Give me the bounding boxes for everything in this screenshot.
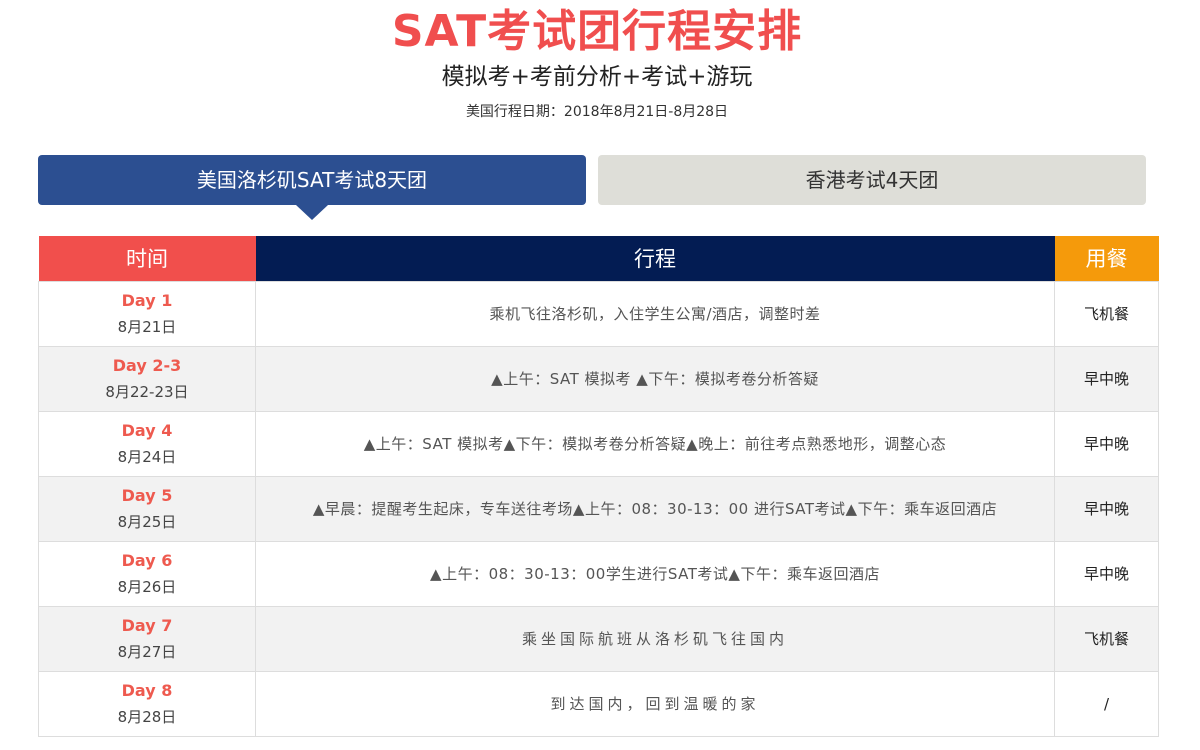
header-time: 时间 (38, 236, 256, 281)
day-cell: Day 7 8月27日 (38, 605, 256, 672)
meal-cell: 早中晚 (1054, 475, 1159, 542)
day-date: 8月28日 (117, 707, 177, 726)
itinerary-cell: ▲上午：SAT 模拟考 ▲下午：模拟考卷分析答疑 (255, 345, 1055, 412)
day-date: 8月21日 (117, 317, 177, 336)
meal-cell: 早中晚 (1054, 410, 1159, 477)
day-label: Day 5 (121, 485, 173, 505)
table-row: Day 2-3 8月22-23日 ▲上午：SAT 模拟考 ▲下午：模拟考卷分析答… (38, 345, 1159, 412)
day-label: Day 1 (121, 290, 173, 310)
itinerary-cell: ▲早晨：提醒考生起床，专车送往考场▲上午：08：30-13：00 进行SAT考试… (255, 475, 1055, 542)
schedule-table: 时间 行程 用餐 Day 1 8月21日 乘机飞往洛杉矶，入住学生公寓/酒店，调… (38, 236, 1159, 737)
day-cell: Day 4 8月24日 (38, 410, 256, 477)
day-cell: Day 5 8月25日 (38, 475, 256, 542)
active-tab-indicator (296, 205, 328, 220)
day-date: 8月24日 (117, 447, 177, 466)
table-row: Day 5 8月25日 ▲早晨：提醒考生起床，专车送往考场▲上午：08：30-1… (38, 475, 1159, 542)
tab-la-sat-8-day[interactable]: 美国洛杉矶SAT考试8天团 (38, 155, 586, 205)
page-title: SAT考试团行程安排 (391, 6, 803, 57)
day-label: Day 4 (121, 420, 173, 440)
day-cell: Day 1 8月21日 (38, 280, 256, 347)
meal-cell: 飞机餐 (1054, 605, 1159, 672)
meal-cell: / (1054, 670, 1159, 737)
day-date: 8月27日 (117, 642, 177, 661)
day-cell: Day 2-3 8月22-23日 (38, 345, 256, 412)
day-label: Day 6 (121, 550, 173, 570)
table-row: Day 4 8月24日 ▲上午：SAT 模拟考▲下午：模拟考卷分析答疑▲晚上：前… (38, 410, 1159, 477)
trip-dates: 美国行程日期：2018年8月21日-8月28日 (465, 104, 729, 120)
day-label: Day 8 (121, 680, 173, 700)
meal-cell: 早中晚 (1054, 345, 1159, 412)
table-row: Day 6 8月26日 ▲上午：08：30-13：00学生进行SAT考试▲下午：… (38, 540, 1159, 607)
table-row: Day 7 8月27日 乘坐国际航班从洛杉矶飞往国内 飞机餐 (38, 605, 1159, 672)
day-cell: Day 8 8月28日 (38, 670, 256, 737)
header-meal: 用餐 (1054, 236, 1159, 281)
table-row: Day 8 8月28日 到达国内，回到温暖的家 / (38, 670, 1159, 737)
itinerary-cell: ▲上午：SAT 模拟考▲下午：模拟考卷分析答疑▲晚上：前往考点熟悉地形，调整心态 (255, 410, 1055, 477)
meal-cell: 飞机餐 (1054, 280, 1159, 347)
day-date: 8月25日 (117, 512, 177, 531)
itinerary-cell: 乘机飞往洛杉矶，入住学生公寓/酒店，调整时差 (255, 280, 1055, 347)
tab-hongkong-4-day[interactable]: 香港考试4天团 (598, 155, 1146, 205)
itinerary-cell: 乘坐国际航班从洛杉矶飞往国内 (255, 605, 1055, 672)
page-subtitle: 模拟考+考前分析+考试+游玩 (441, 64, 753, 90)
day-date: 8月26日 (117, 577, 177, 596)
header-itinerary: 行程 (255, 236, 1055, 281)
meal-cell: 早中晚 (1054, 540, 1159, 607)
itinerary-cell: ▲上午：08：30-13：00学生进行SAT考试▲下午：乘车返回酒店 (255, 540, 1055, 607)
day-cell: Day 6 8月26日 (38, 540, 256, 607)
table-row: Day 1 8月21日 乘机飞往洛杉矶，入住学生公寓/酒店，调整时差 飞机餐 (38, 280, 1159, 347)
table-header-row: 时间 行程 用餐 (38, 236, 1159, 281)
day-date: 8月22-23日 (105, 382, 189, 401)
day-label: Day 2-3 (112, 355, 182, 375)
itinerary-cell: 到达国内，回到温暖的家 (255, 670, 1055, 737)
day-label: Day 7 (121, 615, 173, 635)
